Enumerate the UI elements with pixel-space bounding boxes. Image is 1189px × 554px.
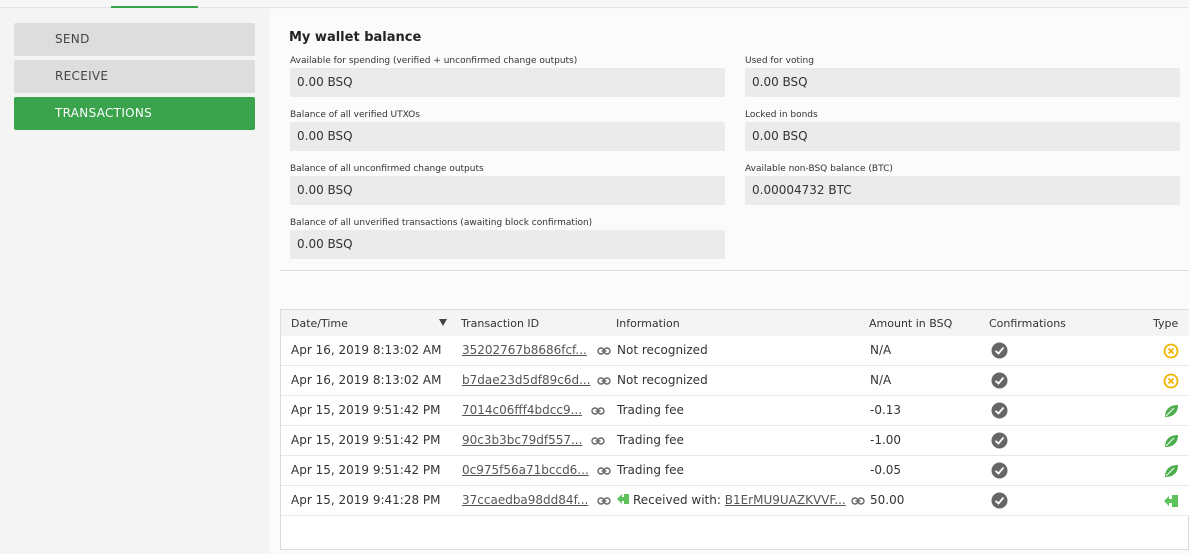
row-date: Apr 16, 2019 8:13:02 AM	[291, 343, 442, 357]
row-amount: N/A	[870, 343, 892, 357]
confirmed-check-icon	[991, 342, 1008, 359]
received-arrow-icon	[617, 494, 629, 504]
table-row[interactable]: Apr 16, 2019 8:13:02 AM 35202767b8686fcf…	[281, 336, 1189, 366]
verified-label: Balance of all verified UTXOs	[290, 110, 420, 120]
transactions-button[interactable]: TRANSACTIONS	[14, 97, 255, 130]
unverified-field: 0.00 BSQ	[290, 230, 725, 259]
row-info: Trading fee	[617, 433, 684, 447]
table-row[interactable]: Apr 15, 2019 9:51:42 PM 7014c06fff4bdcc9…	[281, 396, 1189, 426]
row-txid-link[interactable]: 37ccaedba98dd84f...	[462, 493, 588, 507]
header-type[interactable]: Type	[1153, 317, 1178, 330]
row-date: Apr 16, 2019 8:13:02 AM	[291, 373, 442, 387]
leaf-icon	[1165, 405, 1178, 417]
sort-desc-icon[interactable]	[439, 319, 447, 326]
table-row[interactable]: Apr 16, 2019 8:13:02 AM b7dae23d5df89c6d…	[281, 366, 1189, 396]
row-date: Apr 15, 2019 9:51:42 PM	[291, 433, 441, 447]
bonds-label: Locked in bonds	[745, 110, 818, 120]
header-amount[interactable]: Amount in BSQ	[869, 317, 952, 330]
row-info: Not recognized	[617, 343, 708, 357]
header-date[interactable]: Date/Time	[291, 317, 348, 330]
row-txid-link[interactable]: 35202767b8686fcf...	[462, 343, 587, 357]
row-info: Received with: B1ErMU9UAZKVVF...	[617, 493, 846, 507]
header-info[interactable]: Information	[616, 317, 680, 330]
transactions-table: Date/Time Transaction ID Information Amo…	[280, 309, 1189, 550]
balance-title: My wallet balance	[289, 30, 422, 45]
confirmed-check-icon	[991, 462, 1008, 479]
table-header: Date/Time Transaction ID Information Amo…	[281, 310, 1189, 336]
confirmed-check-icon	[991, 492, 1008, 509]
row-amount: -1.00	[870, 433, 902, 447]
unconfirmed-change-field: 0.00 BSQ	[290, 176, 725, 205]
header-confirmations[interactable]: Confirmations	[989, 317, 1066, 330]
receive-button[interactable]: RECEIVE	[14, 60, 255, 93]
nonbsq-field: 0.00004732 BTC	[745, 176, 1180, 205]
verified-field: 0.00 BSQ	[290, 122, 725, 151]
main-content: My wallet balance Available for spending…	[270, 9, 1189, 554]
leaf-icon	[1165, 435, 1178, 447]
unverified-label: Balance of all unverified transactions (…	[290, 218, 593, 228]
address-link-icon[interactable]	[851, 495, 865, 507]
row-info: Trading fee	[617, 403, 684, 417]
row-txid-link[interactable]: 0c975f56a71bccd6...	[462, 463, 589, 477]
nonbsq-label: Available non-BSQ balance (BTC)	[745, 164, 893, 174]
unknown-icon	[1163, 343, 1179, 359]
row-date: Apr 15, 2019 9:51:42 PM	[291, 403, 441, 417]
row-txid-link[interactable]: 90c3b3bc79df557...	[462, 433, 582, 447]
link-icon[interactable]	[591, 405, 605, 417]
top-bar	[0, 0, 1189, 8]
table-row[interactable]: Apr 15, 2019 9:51:42 PM 0c975f56a71bccd6…	[281, 456, 1189, 486]
link-icon[interactable]	[597, 375, 611, 387]
row-date: Apr 15, 2019 9:51:42 PM	[291, 463, 441, 477]
leaf-icon	[1165, 465, 1178, 477]
row-amount: -0.13	[870, 403, 902, 417]
header-txid[interactable]: Transaction ID	[461, 317, 539, 330]
link-icon[interactable]	[597, 465, 611, 477]
received-with-label: Received with:	[633, 493, 725, 507]
available-field: 0.00 BSQ	[290, 68, 725, 97]
wallet-balance-panel: My wallet balance Available for spending…	[280, 9, 1189, 271]
table-row[interactable]: Apr 15, 2019 9:51:42 PM 90c3b3bc79df557.…	[281, 426, 1189, 456]
confirmed-check-icon	[991, 372, 1008, 389]
voting-field: 0.00 BSQ	[745, 68, 1180, 97]
unconfirmed-change-label: Balance of all unconfirmed change output…	[290, 164, 484, 174]
link-icon[interactable]	[597, 345, 611, 357]
table-row[interactable]: Apr 15, 2019 9:41:28 PM 37ccaedba98dd84f…	[281, 486, 1189, 516]
row-info: Trading fee	[617, 463, 684, 477]
send-button[interactable]: SEND	[14, 23, 255, 56]
received-address-link[interactable]: B1ErMU9UAZKVVF...	[725, 493, 846, 507]
row-amount: -0.05	[870, 463, 902, 477]
link-icon[interactable]	[597, 495, 611, 507]
row-txid-link[interactable]: b7dae23d5df89c6d...	[462, 373, 591, 387]
row-date: Apr 15, 2019 9:41:28 PM	[291, 493, 441, 507]
voting-label: Used for voting	[745, 56, 814, 66]
unknown-icon	[1163, 373, 1179, 389]
row-amount: N/A	[870, 373, 892, 387]
row-info: Not recognized	[617, 373, 708, 387]
available-label: Available for spending (verified + uncon…	[290, 56, 578, 66]
received-icon	[1164, 495, 1178, 507]
sidebar: SEND RECEIVE TRANSACTIONS	[0, 9, 270, 554]
link-icon[interactable]	[591, 435, 605, 447]
row-txid-link[interactable]: 7014c06fff4bdcc9...	[462, 403, 582, 417]
confirmed-check-icon	[991, 432, 1008, 449]
active-tab-indicator	[111, 6, 198, 8]
confirmed-check-icon	[991, 402, 1008, 419]
row-amount: 50.00	[870, 493, 905, 507]
bonds-field: 0.00 BSQ	[745, 122, 1180, 151]
